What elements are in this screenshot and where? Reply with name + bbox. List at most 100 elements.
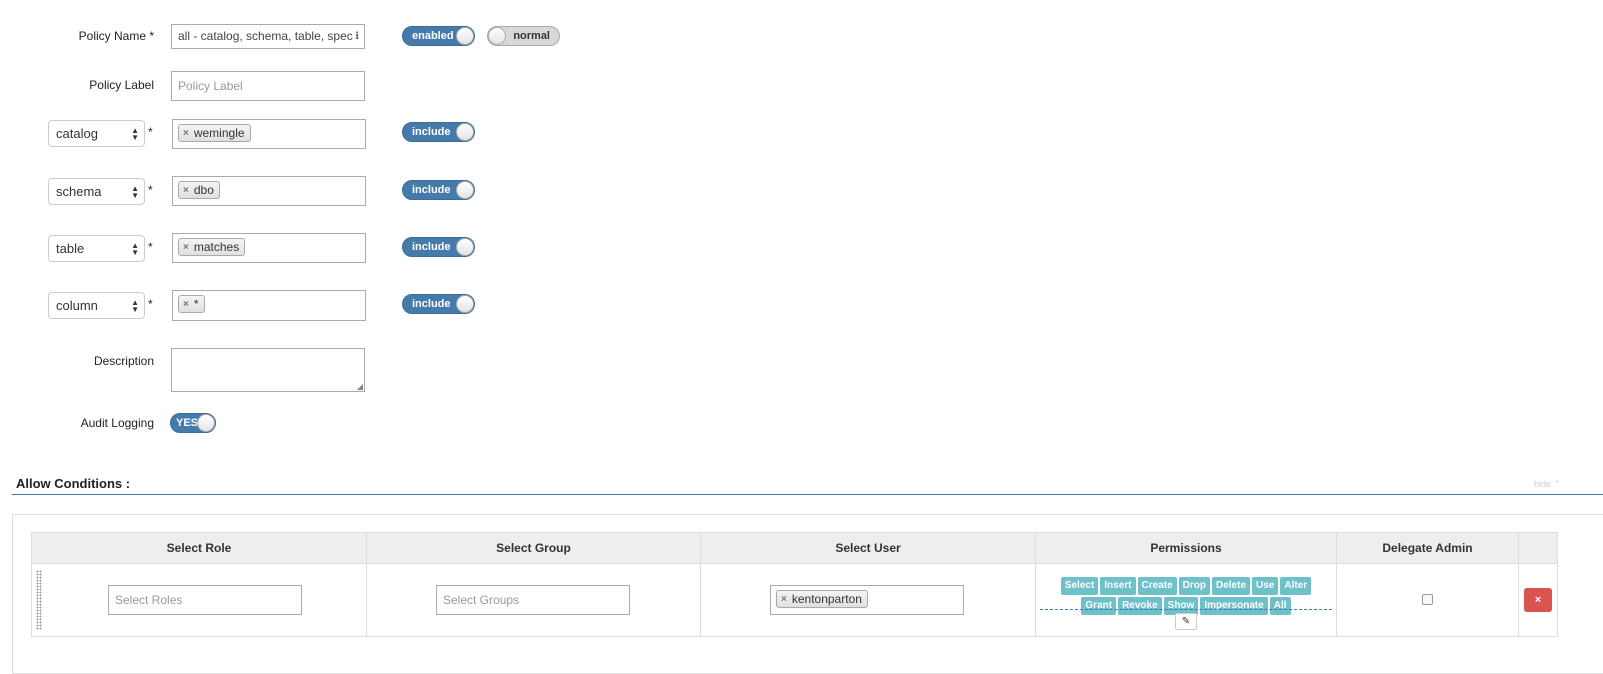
resource-tag: × matches: [178, 238, 246, 256]
select-arrows-icon: ▲ ▼: [131, 183, 139, 200]
audit-logging-toggle[interactable]: YES: [170, 413, 216, 433]
actions-cell: ×: [1518, 563, 1558, 637]
resource-type-select-table[interactable]: table ▲ ▼: [48, 235, 145, 262]
remove-tag-icon[interactable]: ×: [183, 299, 189, 310]
permissions-list: Select Insert Create Drop Delete Use Alter Gra…: [1040, 576, 1332, 616]
resource-value-input-table[interactable]: × matches: [172, 233, 366, 263]
edit-permissions-button[interactable]: ✎: [1175, 613, 1197, 630]
resource-type-select-column[interactable]: column ▲ ▼: [48, 292, 145, 319]
group-cell: Select Groups: [366, 563, 701, 637]
description-label: Description: [93, 354, 154, 368]
include-toggle-label: include: [412, 298, 451, 310]
col-select-user: Select User: [700, 532, 1036, 564]
close-icon: ×: [1534, 594, 1542, 606]
permission-badge: Alter: [1280, 577, 1312, 595]
resize-handle-icon[interactable]: ◢: [357, 382, 363, 391]
policy-priority-label: normal: [513, 30, 550, 42]
resource-tag: × wemingle: [178, 124, 251, 142]
permission-badge: Revoke: [1118, 597, 1162, 615]
policy-name-label: Policy Name *: [78, 29, 154, 43]
hide-link[interactable]: hide ⌃: [1534, 479, 1561, 490]
info-icon[interactable]: ℹ: [355, 25, 359, 48]
resource-tag-label: wemingle: [193, 126, 245, 140]
toggle-knob: [456, 238, 474, 256]
delegate-admin-checkbox[interactable]: [1421, 594, 1433, 605]
delegate-admin-cell: [1336, 563, 1519, 637]
include-toggle-catalog[interactable]: include: [402, 122, 475, 142]
permission-badge: Use: [1252, 577, 1279, 595]
description-textarea[interactable]: ◢: [171, 348, 365, 392]
permission-badge: Grant: [1081, 597, 1117, 615]
include-toggle-label: include: [412, 241, 451, 253]
select-arrows-icon: ▲ ▼: [131, 297, 139, 314]
remove-tag-icon[interactable]: ×: [781, 594, 787, 605]
permission-badge: Create: [1137, 577, 1177, 595]
resource-type-select-catalog[interactable]: catalog ▲ ▼: [48, 120, 145, 147]
select-groups-input[interactable]: Select Groups: [436, 585, 630, 615]
resource-type-value: column: [56, 298, 98, 313]
policy-enabled-label: enabled: [412, 30, 454, 42]
user-cell: × kentonparton: [700, 563, 1036, 637]
select-arrows-icon: ▲ ▼: [131, 125, 139, 142]
policy-priority-toggle[interactable]: normal: [487, 26, 560, 46]
permissions-cell: Select Insert Create Drop Delete Use Alter Gra…: [1035, 563, 1337, 637]
policy-enabled-toggle[interactable]: enabled: [402, 26, 475, 46]
toggle-knob: [456, 27, 474, 45]
required-marker: *: [148, 125, 153, 139]
resource-tag: × dbo: [178, 181, 220, 199]
policy-name-input[interactable]: all - catalog, schema, table, spec ℹ: [171, 24, 365, 49]
col-select-role: Select Role: [31, 532, 367, 564]
conditions-table: Select Role Select Group Select User Per…: [31, 532, 1558, 637]
include-toggle-label: include: [412, 184, 451, 196]
resource-tag-label: matches: [193, 240, 240, 254]
drag-handle-icon[interactable]: [36, 570, 42, 630]
permission-badge: Insert: [1100, 577, 1136, 595]
select-arrows-icon: ▲ ▼: [131, 240, 139, 257]
policy-label-input[interactable]: Policy Label: [171, 71, 365, 101]
permission-badge: All: [1269, 597, 1291, 615]
user-tag: × kentonparton: [776, 590, 868, 608]
pencil-icon: ✎: [1181, 616, 1191, 627]
col-select-group: Select Group: [366, 532, 701, 564]
user-tag-label: kentonparton: [791, 592, 862, 606]
select-users-input[interactable]: × kentonparton: [770, 585, 964, 615]
permission-badge: Select: [1060, 577, 1099, 595]
resource-tag: × *: [178, 295, 205, 313]
select-roles-input[interactable]: Select Roles: [108, 585, 302, 615]
resource-value-input-schema[interactable]: × dbo: [172, 176, 366, 206]
required-marker: *: [148, 297, 153, 311]
include-toggle-table[interactable]: include: [402, 237, 475, 257]
resource-value-input-catalog[interactable]: × wemingle: [172, 119, 366, 149]
allow-conditions-title: Allow Conditions :: [16, 476, 131, 491]
include-toggle-column[interactable]: include: [402, 294, 475, 314]
audit-logging-label: Audit Logging: [80, 416, 154, 430]
resource-value-input-column[interactable]: × *: [172, 290, 366, 321]
conditions-header-row: Select Role Select Group Select User Per…: [31, 532, 1558, 564]
section-divider: [12, 494, 1603, 495]
audit-logging-toggle-label: YES: [176, 417, 199, 429]
include-toggle-schema[interactable]: include: [402, 180, 475, 200]
resource-tag-label: *: [193, 297, 199, 311]
toggle-knob: [456, 123, 474, 141]
resource-type-value: table: [56, 241, 85, 256]
include-toggle-label: include: [412, 126, 451, 138]
permission-badge: Impersonate: [1200, 597, 1268, 615]
col-permissions: Permissions: [1035, 532, 1337, 564]
remove-tag-icon[interactable]: ×: [183, 185, 189, 196]
permissions-editable-underline: [1040, 609, 1332, 610]
toggle-knob: [456, 181, 474, 199]
resource-tag-label: dbo: [193, 183, 214, 197]
resource-type-value: catalog: [56, 126, 98, 141]
resource-type-value: schema: [56, 184, 102, 199]
policy-name-value: all - catalog, schema, table, spec: [178, 29, 353, 43]
permission-badge: Delete: [1212, 577, 1251, 595]
toggle-knob: [456, 295, 474, 313]
delete-row-button[interactable]: ×: [1524, 588, 1552, 612]
table-row: Select Roles Select Groups × kentonparto…: [31, 563, 1558, 637]
permission-badge: Drop: [1178, 577, 1210, 595]
required-marker: *: [148, 240, 153, 254]
col-actions: [1518, 532, 1558, 564]
remove-tag-icon[interactable]: ×: [183, 128, 189, 139]
remove-tag-icon[interactable]: ×: [183, 242, 189, 253]
resource-type-select-schema[interactable]: schema ▲ ▼: [48, 178, 145, 205]
